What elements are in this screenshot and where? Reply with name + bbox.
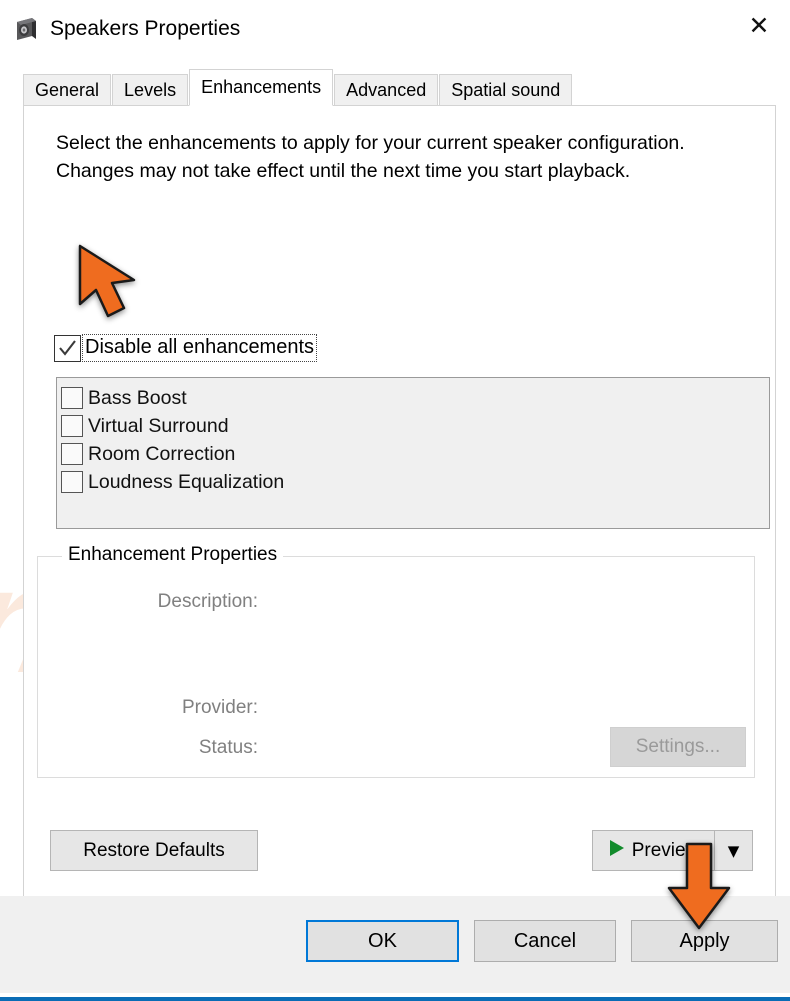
list-item-label: Loudness Equalization [88,470,285,493]
restore-defaults-button[interactable]: Restore Defaults [50,830,258,871]
disable-all-enhancements-checkbox[interactable]: Disable all enhancements [54,334,318,362]
list-item-label: Bass Boost [88,386,187,409]
list-item[interactable]: Bass Boost [61,384,769,412]
tab-page-enhancements: Select the enhancements to apply for you… [23,105,776,925]
tab-general[interactable]: General [23,74,112,105]
close-icon[interactable]: ✕ [728,0,790,50]
preview-main-area[interactable]: Preview [593,831,714,870]
list-item-label: Room Correction [88,442,236,465]
tab-levels[interactable]: Levels [112,74,189,105]
checkbox-unchecked-icon [61,471,83,493]
description-label: Description: [157,591,258,612]
group-title: Enhancement Properties [62,544,284,566]
tab-strip: General Levels Enhancements Advanced Spa… [23,68,790,106]
cancel-button[interactable]: Cancel [474,920,616,962]
tab-advanced[interactable]: Advanced [334,74,439,105]
ok-button[interactable]: OK [306,920,459,962]
play-triangle-icon [608,839,625,863]
intro-text: Select the enhancements to apply for you… [56,132,685,182]
dialog-footer: OK Cancel Apply [0,896,790,993]
list-item-label: Virtual Surround [88,414,229,437]
list-item[interactable]: Loudness Equalization [61,468,769,496]
checkbox-unchecked-icon [61,443,83,465]
window-title: Speakers Properties [50,17,241,40]
tab-enhancements[interactable]: Enhancements [189,69,334,106]
preview-button[interactable]: Preview ▼ [592,830,753,871]
speakers-properties-dialog: PC risk.com Speakers Properties ✕ Genera… [0,0,790,1001]
provider-label: Provider: [181,697,258,718]
settings-button[interactable]: Settings... [610,727,746,767]
checkbox-checked-icon [54,334,81,362]
checkbox-unchecked-icon [61,415,83,437]
list-item[interactable]: Virtual Surround [61,412,769,440]
disable-all-enhancements-label: Disable all enhancements [82,334,318,362]
status-label: Status: [198,737,258,758]
speaker-icon [13,16,39,42]
checkbox-unchecked-icon [61,387,83,409]
apply-button[interactable]: Apply [631,920,778,962]
chevron-down-icon[interactable]: ▼ [714,831,752,870]
list-item[interactable]: Room Correction [61,440,769,468]
enhancements-list[interactable]: Bass Boost Virtual Surround Room Correct… [56,377,770,529]
preview-label: Preview [631,839,700,861]
tab-spatial-sound[interactable]: Spatial sound [439,74,573,105]
title-bar: Speakers Properties ✕ [0,0,790,58]
enhancement-properties-group: Enhancement Properties Description: Prov… [37,544,755,778]
